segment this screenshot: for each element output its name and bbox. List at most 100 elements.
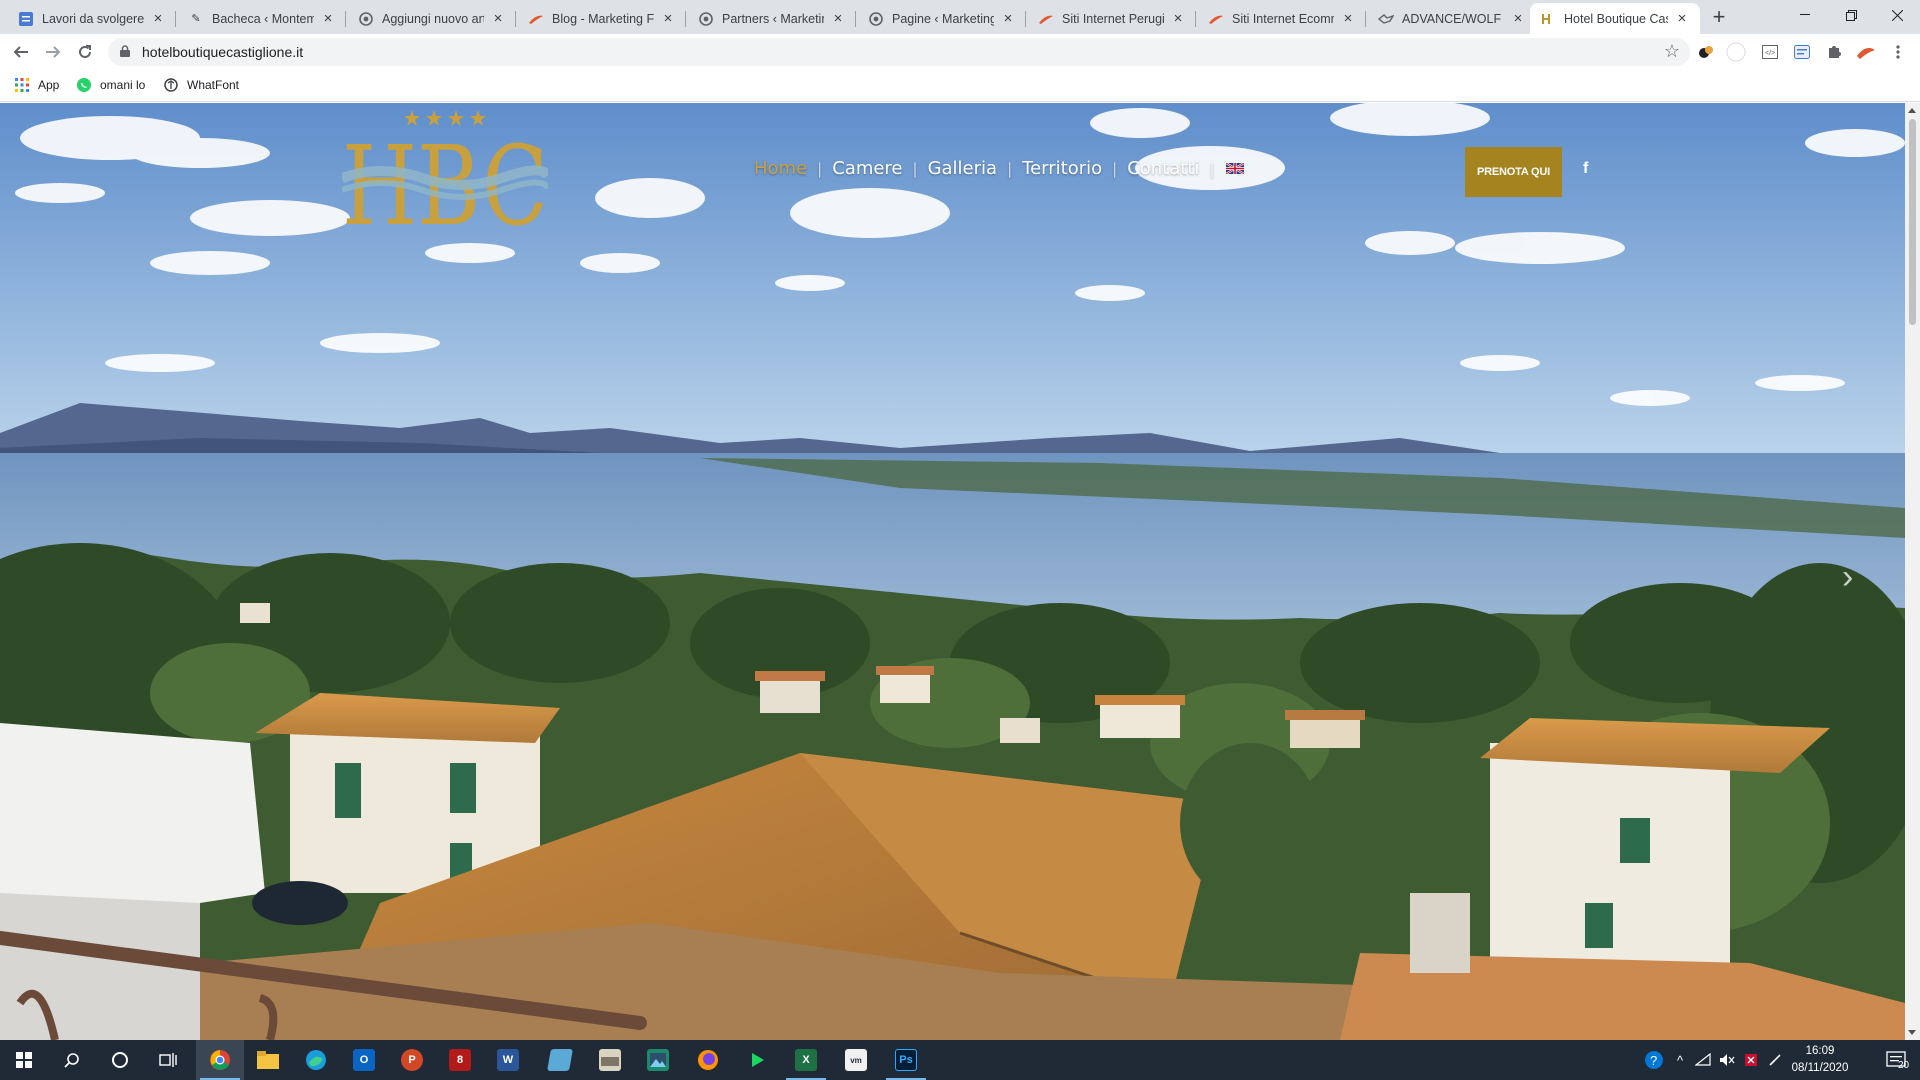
tab-title: Bacheca ‹ Montemel (212, 11, 314, 26)
browser-tab[interactable]: Blog - Marketing Fo × (518, 3, 686, 34)
bookmark-star-icon[interactable]: ☆ (1664, 41, 1680, 62)
search-icon (64, 1053, 79, 1068)
close-tab-icon[interactable]: × (320, 10, 336, 27)
close-window-button[interactable] (1874, 0, 1920, 30)
bookmark-apps[interactable]: App (14, 77, 59, 93)
svg-text:?: ? (1650, 1053, 1657, 1068)
chevron-up-icon[interactable]: ^ (1670, 1040, 1690, 1080)
nav-link-home[interactable]: Home (744, 158, 817, 179)
page-scrollbar[interactable] (1905, 103, 1920, 1040)
reload-button[interactable] (72, 39, 98, 65)
start-button[interactable] (0, 1040, 48, 1080)
volume-muted-icon[interactable] (1716, 1040, 1738, 1080)
wordpress-icon (698, 11, 714, 27)
orange-brush-icon (1208, 11, 1224, 27)
minimize-window-button[interactable] (1782, 0, 1828, 30)
profile-avatar[interactable] (1726, 42, 1746, 62)
nav-link-contatti[interactable]: Contatti (1117, 158, 1209, 179)
taskbar-scanner[interactable] (586, 1040, 634, 1080)
nav-link-galleria[interactable]: Galleria (918, 158, 1008, 179)
extension-icon[interactable] (1696, 42, 1716, 62)
browser-tab[interactable]: ADVANCE/WOLF Fi × (1368, 3, 1536, 34)
close-tab-icon[interactable]: × (830, 10, 846, 27)
scroll-down-arrow-icon[interactable] (1908, 1030, 1916, 1035)
back-arrow-icon (13, 46, 28, 58)
cortana-icon (112, 1052, 128, 1068)
restore-window-button[interactable] (1828, 0, 1874, 30)
close-tab-icon[interactable]: × (1340, 10, 1356, 27)
tab-title: ADVANCE/WOLF Fi (1402, 11, 1504, 26)
uk-flag-icon[interactable] (1226, 163, 1245, 174)
browser-tab[interactable]: ✎ Bacheca ‹ Montemel × (178, 3, 346, 34)
book-now-button[interactable]: PRENOTA QUI (1465, 147, 1562, 197)
taskbar-photos[interactable] (634, 1040, 682, 1080)
next-slide-arrow-icon[interactable]: › (1842, 558, 1853, 597)
taskbar-notes[interactable] (536, 1040, 584, 1080)
browser-tab-active[interactable]: Hotel Boutique Cas × (1530, 3, 1700, 34)
close-tab-icon[interactable]: × (1674, 10, 1690, 27)
photoshop-icon: Ps (895, 1049, 917, 1071)
profile-extension-icon[interactable] (1856, 42, 1876, 62)
help-tray-icon[interactable]: ? (1640, 1040, 1668, 1080)
taskbar-pdf[interactable]: 8 (436, 1040, 484, 1080)
vmware-icon: vm (845, 1049, 867, 1071)
taskbar-excel[interactable]: X (782, 1040, 830, 1080)
clock-time: 16:09 (1805, 1045, 1835, 1057)
browser-tab[interactable]: Siti Internet Ecomm × (1198, 3, 1366, 34)
browser-tab[interactable]: Partners ‹ Marketing × (688, 3, 856, 34)
close-tab-icon[interactable]: × (1170, 10, 1186, 27)
wifi-icon[interactable] (1692, 1040, 1714, 1080)
task-view-button[interactable] (144, 1040, 192, 1080)
wolf-icon (1378, 11, 1394, 27)
taskbar-firefox[interactable] (684, 1040, 732, 1080)
outlook-icon: O (353, 1049, 375, 1071)
scroll-up-arrow-icon[interactable] (1908, 108, 1916, 113)
nav-link-territorio[interactable]: Territorio (1012, 158, 1112, 179)
browser-tab[interactable]: Siti Internet Perugia × (1028, 3, 1196, 34)
browser-tab[interactable]: Aggiungi nuovo art × (348, 3, 516, 34)
browser-tab[interactable]: Lavori da svolgere: I × (8, 3, 176, 34)
taskbar-chrome[interactable] (196, 1040, 244, 1080)
new-tab-button[interactable]: + (1705, 4, 1733, 32)
hotel-logo[interactable]: HBC (342, 106, 548, 231)
facebook-icon[interactable]: f (1583, 160, 1588, 178)
address-bar[interactable]: hotelboutiquecastiglione.it ☆ (108, 38, 1690, 66)
reader-extension-icon[interactable] (1792, 42, 1812, 62)
security-tray-icon[interactable] (1740, 1040, 1762, 1080)
close-tab-icon[interactable]: × (660, 10, 676, 27)
taskbar-clock[interactable]: 16:09 08/11/2020 (1782, 1043, 1858, 1077)
excel-icon: X (795, 1049, 817, 1071)
back-button[interactable] (8, 39, 34, 65)
bookmark-whatsapp[interactable]: omani lo (76, 77, 145, 93)
scrollbar-thumb[interactable] (1909, 119, 1916, 325)
taskbar-file-explorer[interactable] (244, 1040, 292, 1080)
close-tab-icon[interactable]: × (150, 10, 166, 27)
notification-center-button[interactable]: 20 (1872, 1040, 1920, 1080)
code-extension-icon[interactable]: </> (1760, 42, 1780, 62)
taskbar-edge[interactable] (292, 1040, 340, 1080)
taskbar-outlook[interactable]: O (340, 1040, 388, 1080)
close-tab-icon[interactable]: × (1510, 10, 1526, 27)
browser-tab[interactable]: Pagine ‹ Marketing × (858, 3, 1026, 34)
search-button[interactable] (48, 1040, 96, 1080)
menu-icon[interactable] (1888, 42, 1908, 62)
tab-title: Lavori da svolgere: I (42, 11, 144, 26)
taskbar-word[interactable]: W (484, 1040, 532, 1080)
taskbar-vmware[interactable]: vm (832, 1040, 880, 1080)
bookmark-label: omani lo (100, 78, 146, 92)
word-icon: W (497, 1049, 519, 1071)
taskbar-photoshop[interactable]: Ps (882, 1040, 930, 1080)
close-tab-icon[interactable]: × (1000, 10, 1016, 27)
nav-link-camere[interactable]: Camere (822, 158, 912, 179)
forward-button[interactable] (40, 39, 66, 65)
cortana-button[interactable] (96, 1040, 144, 1080)
extensions-puzzle-icon[interactable] (1824, 42, 1844, 62)
url-text[interactable]: hotelboutiquecastiglione.it (142, 44, 303, 60)
tab-title: Aggiungi nuovo art (382, 11, 484, 26)
close-tab-icon[interactable]: × (490, 10, 506, 27)
forward-arrow-icon (46, 46, 61, 58)
taskbar-powerpoint[interactable]: P (388, 1040, 436, 1080)
taskbar-terminal[interactable] (734, 1040, 782, 1080)
svg-text:</>: </> (1765, 50, 1775, 57)
bookmark-whatfont[interactable]: WhatFont (163, 77, 239, 93)
